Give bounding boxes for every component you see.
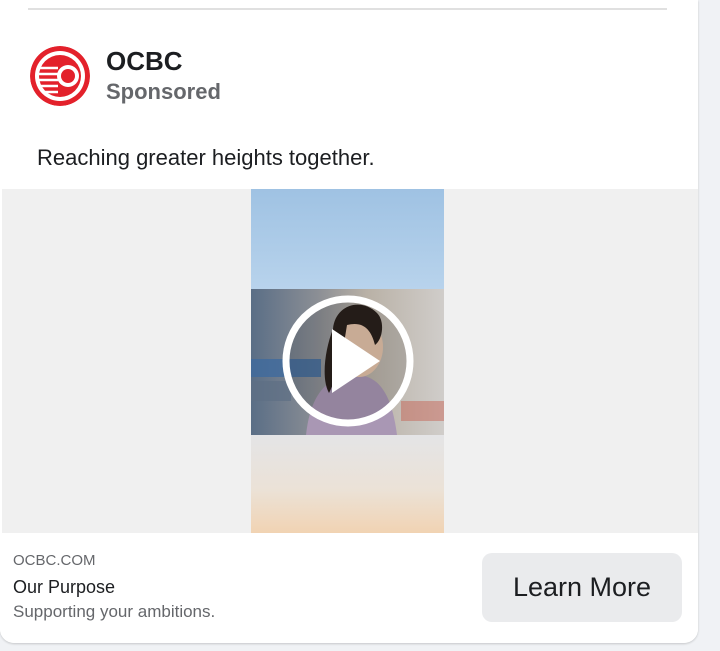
- post-caption: Reaching greater heights together.: [37, 145, 375, 170]
- sponsored-label[interactable]: Sponsored: [106, 77, 221, 107]
- page-name-link[interactable]: OCBC: [106, 45, 221, 77]
- link-preview-footer[interactable]: OCBC.COM Our Purpose Supporting your amb…: [0, 533, 698, 643]
- post-header: OCBC Sponsored: [30, 44, 221, 108]
- media-container: [2, 189, 698, 533]
- video-bottom-area: [251, 435, 444, 533]
- video-player[interactable]: [251, 189, 444, 533]
- learn-more-button[interactable]: Learn More: [482, 553, 682, 622]
- link-description: Supporting your ambitions.: [13, 602, 216, 621]
- sponsored-post-card: OCBC Sponsored Reaching greater heights …: [0, 0, 698, 643]
- play-icon[interactable]: [280, 293, 416, 429]
- post-header-text: OCBC Sponsored: [106, 45, 221, 107]
- link-headline: Our Purpose: [13, 577, 116, 597]
- ocbc-logo-icon: [30, 46, 90, 106]
- video-sky-area: [251, 189, 444, 289]
- link-domain: OCBC.COM: [13, 552, 96, 569]
- divider: [28, 8, 667, 10]
- ocbc-logo-avatar[interactable]: [30, 46, 90, 106]
